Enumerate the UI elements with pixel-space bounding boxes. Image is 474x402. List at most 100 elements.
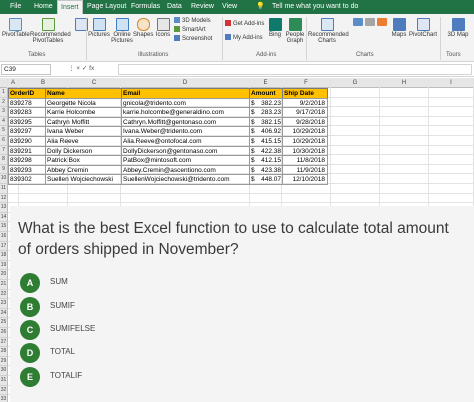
row-header[interactable]: 6 — [0, 136, 8, 146]
cell-amount[interactable]: $448.07 — [249, 174, 283, 185]
get-addins-button[interactable]: Get Add-ins — [225, 20, 264, 28]
3d-models-button[interactable]: 3D Models — [174, 17, 211, 25]
my-addins-label: My Add-ins — [233, 35, 263, 41]
row-header[interactable]: 5 — [0, 126, 8, 136]
row-header[interactable]: 16 — [0, 232, 8, 242]
option-label: TOTAL — [50, 347, 76, 356]
icons-button[interactable]: Icons — [154, 18, 172, 38]
row-header[interactable]: 22 — [0, 289, 8, 300]
tab-page-layout[interactable]: Page Layout — [87, 0, 126, 14]
column-header-b[interactable]: B — [19, 78, 68, 88]
column-header-e[interactable]: E — [250, 78, 282, 88]
pivottable-icon — [8, 18, 22, 31]
row-header[interactable]: 23 — [0, 299, 8, 309]
online-pictures-icon — [115, 18, 129, 31]
cell-name[interactable]: Suellen Wojciechowski — [45, 174, 122, 185]
chart-types-gallery[interactable] — [350, 18, 390, 42]
people-graph-icon — [288, 18, 302, 31]
row-header[interactable]: 20 — [0, 270, 8, 280]
row-header[interactable]: 13 — [0, 203, 8, 213]
tab-data[interactable]: Data — [167, 0, 182, 14]
recommended-pivottables-button[interactable]: Recommended PivotTables — [30, 18, 71, 44]
formula-bar-controls[interactable]: ⋮ × ✓ fx — [68, 64, 94, 72]
row-header[interactable]: 32 — [0, 385, 8, 396]
row-header[interactable]: 17 — [0, 241, 8, 252]
gridline — [8, 192, 474, 194]
option-letter-badge: C — [20, 320, 40, 340]
shapes-button[interactable]: Shapes — [133, 18, 153, 38]
pivotchart-icon — [416, 18, 430, 31]
row-header[interactable]: 3 — [0, 107, 8, 117]
currency-symbol: $ — [251, 157, 255, 165]
row-header[interactable]: 27 — [0, 337, 8, 348]
screenshot-label: Screenshot — [182, 36, 213, 42]
recommended-pivottables-icon — [41, 18, 55, 31]
option-label: SUM — [50, 277, 68, 286]
row-header[interactable]: 10 — [0, 174, 8, 184]
column-header-f[interactable]: F — [282, 78, 331, 88]
tab-insert[interactable]: Insert — [57, 0, 83, 14]
recommended-charts-label: Recommended Charts — [308, 32, 349, 44]
row-header[interactable]: 18 — [0, 251, 8, 261]
column-header-c[interactable]: C — [68, 78, 121, 88]
row-header[interactable]: 25 — [0, 318, 8, 328]
people-graph-button[interactable]: People Graph — [285, 18, 305, 44]
my-addins-button[interactable]: My Add-ins — [225, 34, 263, 42]
row-header[interactable]: 21 — [0, 280, 8, 290]
column-header-i[interactable]: I — [429, 78, 474, 88]
smartart-button[interactable]: SmartArt — [174, 26, 206, 34]
currency-symbol: $ — [251, 176, 255, 184]
ribbon-separator — [222, 17, 223, 60]
row-header[interactable]: 24 — [0, 308, 8, 319]
tab-formulas[interactable]: Formulas — [131, 0, 160, 14]
row-header[interactable]: 12 — [0, 193, 8, 204]
quiz-question: What is the best Excel function to use t… — [18, 220, 449, 258]
cell-ship-date[interactable]: 12/10/2018 — [282, 174, 328, 185]
row-header[interactable]: 9 — [0, 164, 8, 175]
amount-value: 448.07 — [261, 176, 281, 184]
column-chart-icon — [353, 18, 363, 26]
column-header-g[interactable]: G — [331, 78, 380, 88]
row-header[interactable]: 11 — [0, 184, 8, 194]
currency-symbol: $ — [251, 109, 255, 117]
pivottable-button[interactable]: PivotTable — [2, 18, 30, 38]
tab-home[interactable]: Home — [34, 0, 53, 14]
row-header[interactable]: 28 — [0, 347, 8, 357]
shapes-label: Shapes — [133, 32, 154, 38]
name-box[interactable]: C39 — [1, 64, 51, 75]
tab-file[interactable]: File — [10, 0, 21, 14]
currency-symbol: $ — [251, 118, 255, 126]
ribbon-separator — [86, 17, 87, 60]
formula-input[interactable] — [118, 64, 472, 75]
pivotchart-button[interactable]: PivotChart — [409, 18, 437, 38]
cell-email[interactable]: SuellenWojciechowski@tridento.com — [121, 174, 250, 185]
tell-me-search[interactable]: Tell me what you want to do — [272, 0, 358, 14]
row-header[interactable]: 14 — [0, 212, 8, 223]
group-charts: Charts — [356, 52, 374, 58]
recommended-charts-button[interactable]: Recommended Charts — [308, 18, 349, 44]
row-header[interactable]: 15 — [0, 222, 8, 232]
maps-button[interactable]: Maps — [390, 18, 408, 38]
cell-orderid[interactable]: 839302 — [8, 174, 46, 185]
column-header-d[interactable]: D — [121, 78, 250, 88]
tab-view[interactable]: View — [222, 0, 237, 14]
row-header[interactable]: 1 — [0, 88, 8, 98]
pictures-button[interactable]: Pictures — [88, 18, 110, 38]
3d-map-button[interactable]: 3D Map — [444, 18, 472, 38]
row-header[interactable]: 7 — [0, 145, 8, 156]
row-header[interactable]: 33 — [0, 395, 8, 402]
online-pictures-button[interactable]: Online Pictures — [111, 18, 133, 44]
tab-review[interactable]: Review — [191, 0, 214, 14]
row-header[interactable]: 26 — [0, 328, 8, 338]
screenshot-button[interactable]: Screenshot — [174, 35, 212, 43]
row-header[interactable]: 29 — [0, 356, 8, 367]
row-header[interactable]: 8 — [0, 155, 8, 165]
row-header[interactable]: 30 — [0, 366, 8, 376]
row-header[interactable]: 4 — [0, 116, 8, 127]
row-header[interactable]: 31 — [0, 376, 8, 386]
option-letter-badge: B — [20, 297, 40, 317]
bing-button[interactable]: Bing — [266, 18, 284, 38]
row-header[interactable]: 19 — [0, 260, 8, 271]
column-header-h[interactable]: H — [380, 78, 429, 88]
row-header[interactable]: 2 — [0, 97, 8, 108]
